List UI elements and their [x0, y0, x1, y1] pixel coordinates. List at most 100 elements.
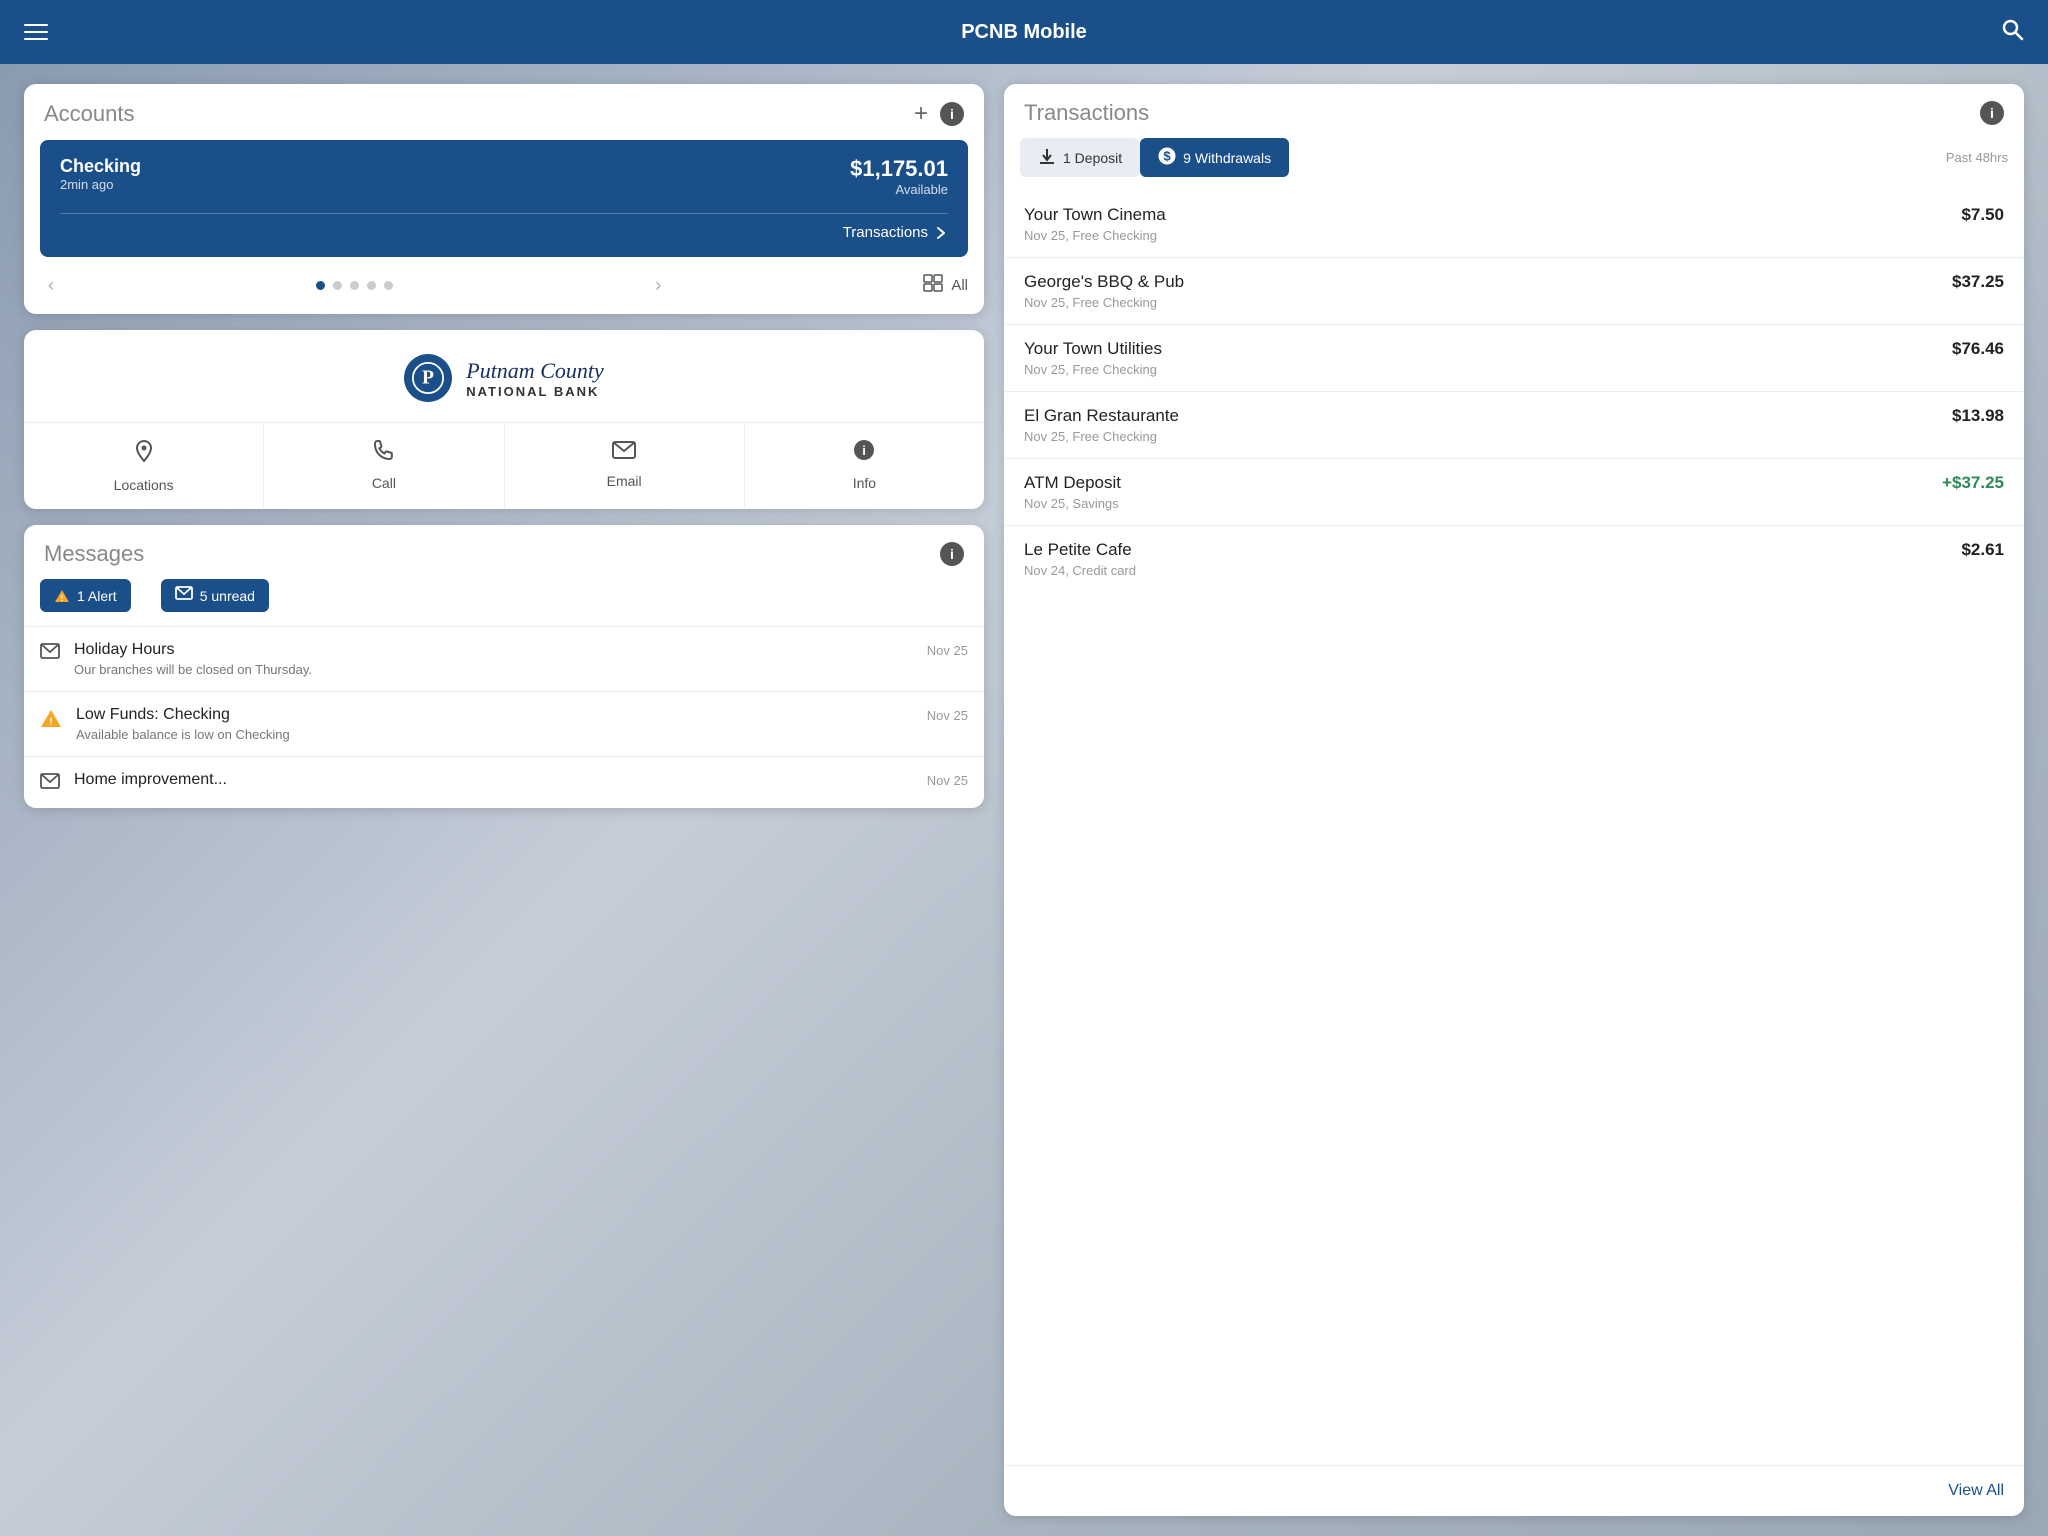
transaction-bbq[interactable]: George's BBQ & Pub Nov 25, Free Checking… [1004, 257, 2024, 324]
bank-name-main: Putnam County [466, 358, 604, 384]
view-all-button[interactable]: View All [1948, 1482, 2004, 1499]
transaction-utilities-sub: Nov 25, Free Checking [1024, 362, 1162, 377]
warning-triangle-icon: ! [40, 708, 62, 734]
right-column: Transactions i 1 Deposit [1004, 84, 2024, 1516]
add-account-button[interactable]: + [914, 100, 928, 128]
checking-top: Checking 2min ago $1,175.01 Available [60, 156, 948, 197]
pagination-dots [316, 281, 393, 290]
transaction-restaurant[interactable]: El Gran Restaurante Nov 25, Free Checkin… [1004, 391, 2024, 458]
unread-tab-label: 5 unread [200, 588, 255, 604]
tab-spacer [141, 579, 151, 612]
transactions-period: Past 48hrs [1946, 150, 2008, 165]
app-title: PCNB Mobile [961, 21, 1087, 44]
svg-text:!: ! [49, 717, 52, 728]
message-holiday-title: Holiday Hours [74, 641, 174, 659]
view-all-row: View All [1004, 1465, 2024, 1516]
transactions-card: Transactions i 1 Deposit [1004, 84, 2024, 1516]
transaction-utilities-amount: $76.46 [1952, 339, 2004, 359]
transaction-cafe-info: Le Petite Cafe Nov 24, Credit card [1024, 540, 1136, 578]
withdrawals-tab[interactable]: $ 9 Withdrawals [1140, 138, 1289, 177]
alert-tab-label: 1 Alert [77, 588, 117, 604]
bank-name-sub: NATIONAL BANK [466, 384, 604, 399]
transaction-cafe[interactable]: Le Petite Cafe Nov 24, Credit card $2.61 [1004, 525, 2024, 592]
messages-title: Messages [44, 541, 144, 567]
dot-5 [384, 281, 393, 290]
all-icon [923, 274, 943, 297]
email-icon [612, 439, 636, 465]
transaction-cinema-name: Your Town Cinema [1024, 205, 1166, 225]
message-envelope-icon [40, 643, 60, 664]
pagination-row: ‹ › [24, 257, 984, 314]
transaction-bbq-info: George's BBQ & Pub Nov 25, Free Checking [1024, 272, 1184, 310]
messages-tabs: ! 1 Alert 5 unread [24, 579, 984, 626]
transaction-bbq-sub: Nov 25, Free Checking [1024, 295, 1184, 310]
message-holiday[interactable]: Holiday Hours Nov 25 Our branches will b… [24, 626, 984, 691]
transaction-restaurant-info: El Gran Restaurante Nov 25, Free Checkin… [1024, 406, 1179, 444]
transactions-link[interactable]: Transactions [843, 224, 948, 241]
transactions-info-icon[interactable]: i [1980, 101, 2004, 125]
message-holiday-title-row: Holiday Hours Nov 25 [74, 641, 968, 659]
message-lowfunds[interactable]: ! Low Funds: Checking Nov 25 Available b… [24, 691, 984, 756]
bank-logo: P [404, 354, 452, 402]
transaction-utilities[interactable]: Your Town Utilities Nov 25, Free Checkin… [1004, 324, 2024, 391]
prev-arrow[interactable]: ‹ [40, 271, 62, 300]
dollar-circle-icon: $ [1158, 147, 1176, 168]
message-home-title: Home improvement... [74, 771, 227, 789]
deposit-tab[interactable]: 1 Deposit [1020, 138, 1140, 177]
checking-amount: $1,175.01 [850, 156, 948, 182]
message-lowfunds-title: Low Funds: Checking [76, 706, 230, 724]
deposit-tab-label: 1 Deposit [1063, 150, 1122, 166]
message-holiday-body: Our branches will be closed on Thursday. [74, 662, 968, 677]
all-button[interactable]: All [923, 274, 968, 297]
checking-time: 2min ago [60, 177, 141, 192]
transaction-restaurant-name: El Gran Restaurante [1024, 406, 1179, 426]
message-home-date: Nov 25 [927, 773, 968, 788]
checking-name: Checking [60, 156, 141, 177]
quick-actions: Locations Call [24, 422, 984, 509]
info-button[interactable]: i Info [745, 423, 984, 509]
alert-tab[interactable]: ! 1 Alert [40, 579, 131, 612]
messages-card: Messages i ! 1 Alert [24, 525, 984, 808]
top-bar: PCNB Mobile [0, 0, 2048, 64]
message-holiday-content: Holiday Hours Nov 25 Our branches will b… [74, 641, 968, 677]
locations-label: Locations [114, 477, 174, 493]
transactions-header: Transactions i [1004, 84, 2024, 138]
phone-icon [373, 439, 395, 467]
checking-right: $1,175.01 Available [850, 156, 948, 197]
transaction-bbq-amount: $37.25 [1952, 272, 2004, 292]
bank-name: Putnam County NATIONAL BANK [466, 358, 604, 399]
call-label: Call [372, 475, 396, 491]
transactions-title: Transactions [1024, 100, 1149, 126]
transaction-cafe-amount: $2.61 [1961, 540, 2004, 560]
message-home[interactable]: Home improvement... Nov 25 [24, 756, 984, 808]
accounts-header: Accounts + i [24, 84, 984, 140]
messages-info-icon[interactable]: i [940, 542, 964, 566]
transaction-utilities-name: Your Town Utilities [1024, 339, 1162, 359]
svg-text:i: i [863, 443, 867, 458]
search-icon[interactable] [2000, 17, 2024, 47]
info-label: Info [853, 475, 876, 491]
transaction-cinema[interactable]: Your Town Cinema Nov 25, Free Checking $… [1004, 191, 2024, 257]
transaction-atm-name: ATM Deposit [1024, 473, 1121, 493]
checking-footer: Transactions [60, 213, 948, 241]
unread-tab[interactable]: 5 unread [161, 579, 269, 612]
dot-3 [350, 281, 359, 290]
accounts-info-icon[interactable]: i [940, 102, 964, 126]
message-lowfunds-body: Available balance is low on Checking [76, 727, 968, 742]
transaction-atm[interactable]: ATM Deposit Nov 25, Savings +$37.25 [1004, 458, 2024, 525]
deposit-arrow-icon [1038, 147, 1056, 168]
transactions-tabs: 1 Deposit $ 9 Withdrawals Past 48hrs [1004, 138, 2024, 191]
call-button[interactable]: Call [264, 423, 504, 509]
next-arrow[interactable]: › [647, 271, 669, 300]
transaction-atm-sub: Nov 25, Savings [1024, 496, 1121, 511]
transaction-utilities-info: Your Town Utilities Nov 25, Free Checkin… [1024, 339, 1162, 377]
message-envelope-icon-2 [40, 773, 60, 794]
transactions-list: Your Town Cinema Nov 25, Free Checking $… [1004, 191, 2024, 1465]
envelope-icon [175, 586, 193, 605]
checking-available: Available [850, 182, 948, 197]
hamburger-menu[interactable] [24, 24, 48, 40]
locations-button[interactable]: Locations [24, 423, 264, 509]
left-column: Accounts + i Checking 2min ago $1,175.01… [24, 84, 984, 1516]
transaction-cinema-info: Your Town Cinema Nov 25, Free Checking [1024, 205, 1166, 243]
email-button[interactable]: Email [505, 423, 745, 509]
